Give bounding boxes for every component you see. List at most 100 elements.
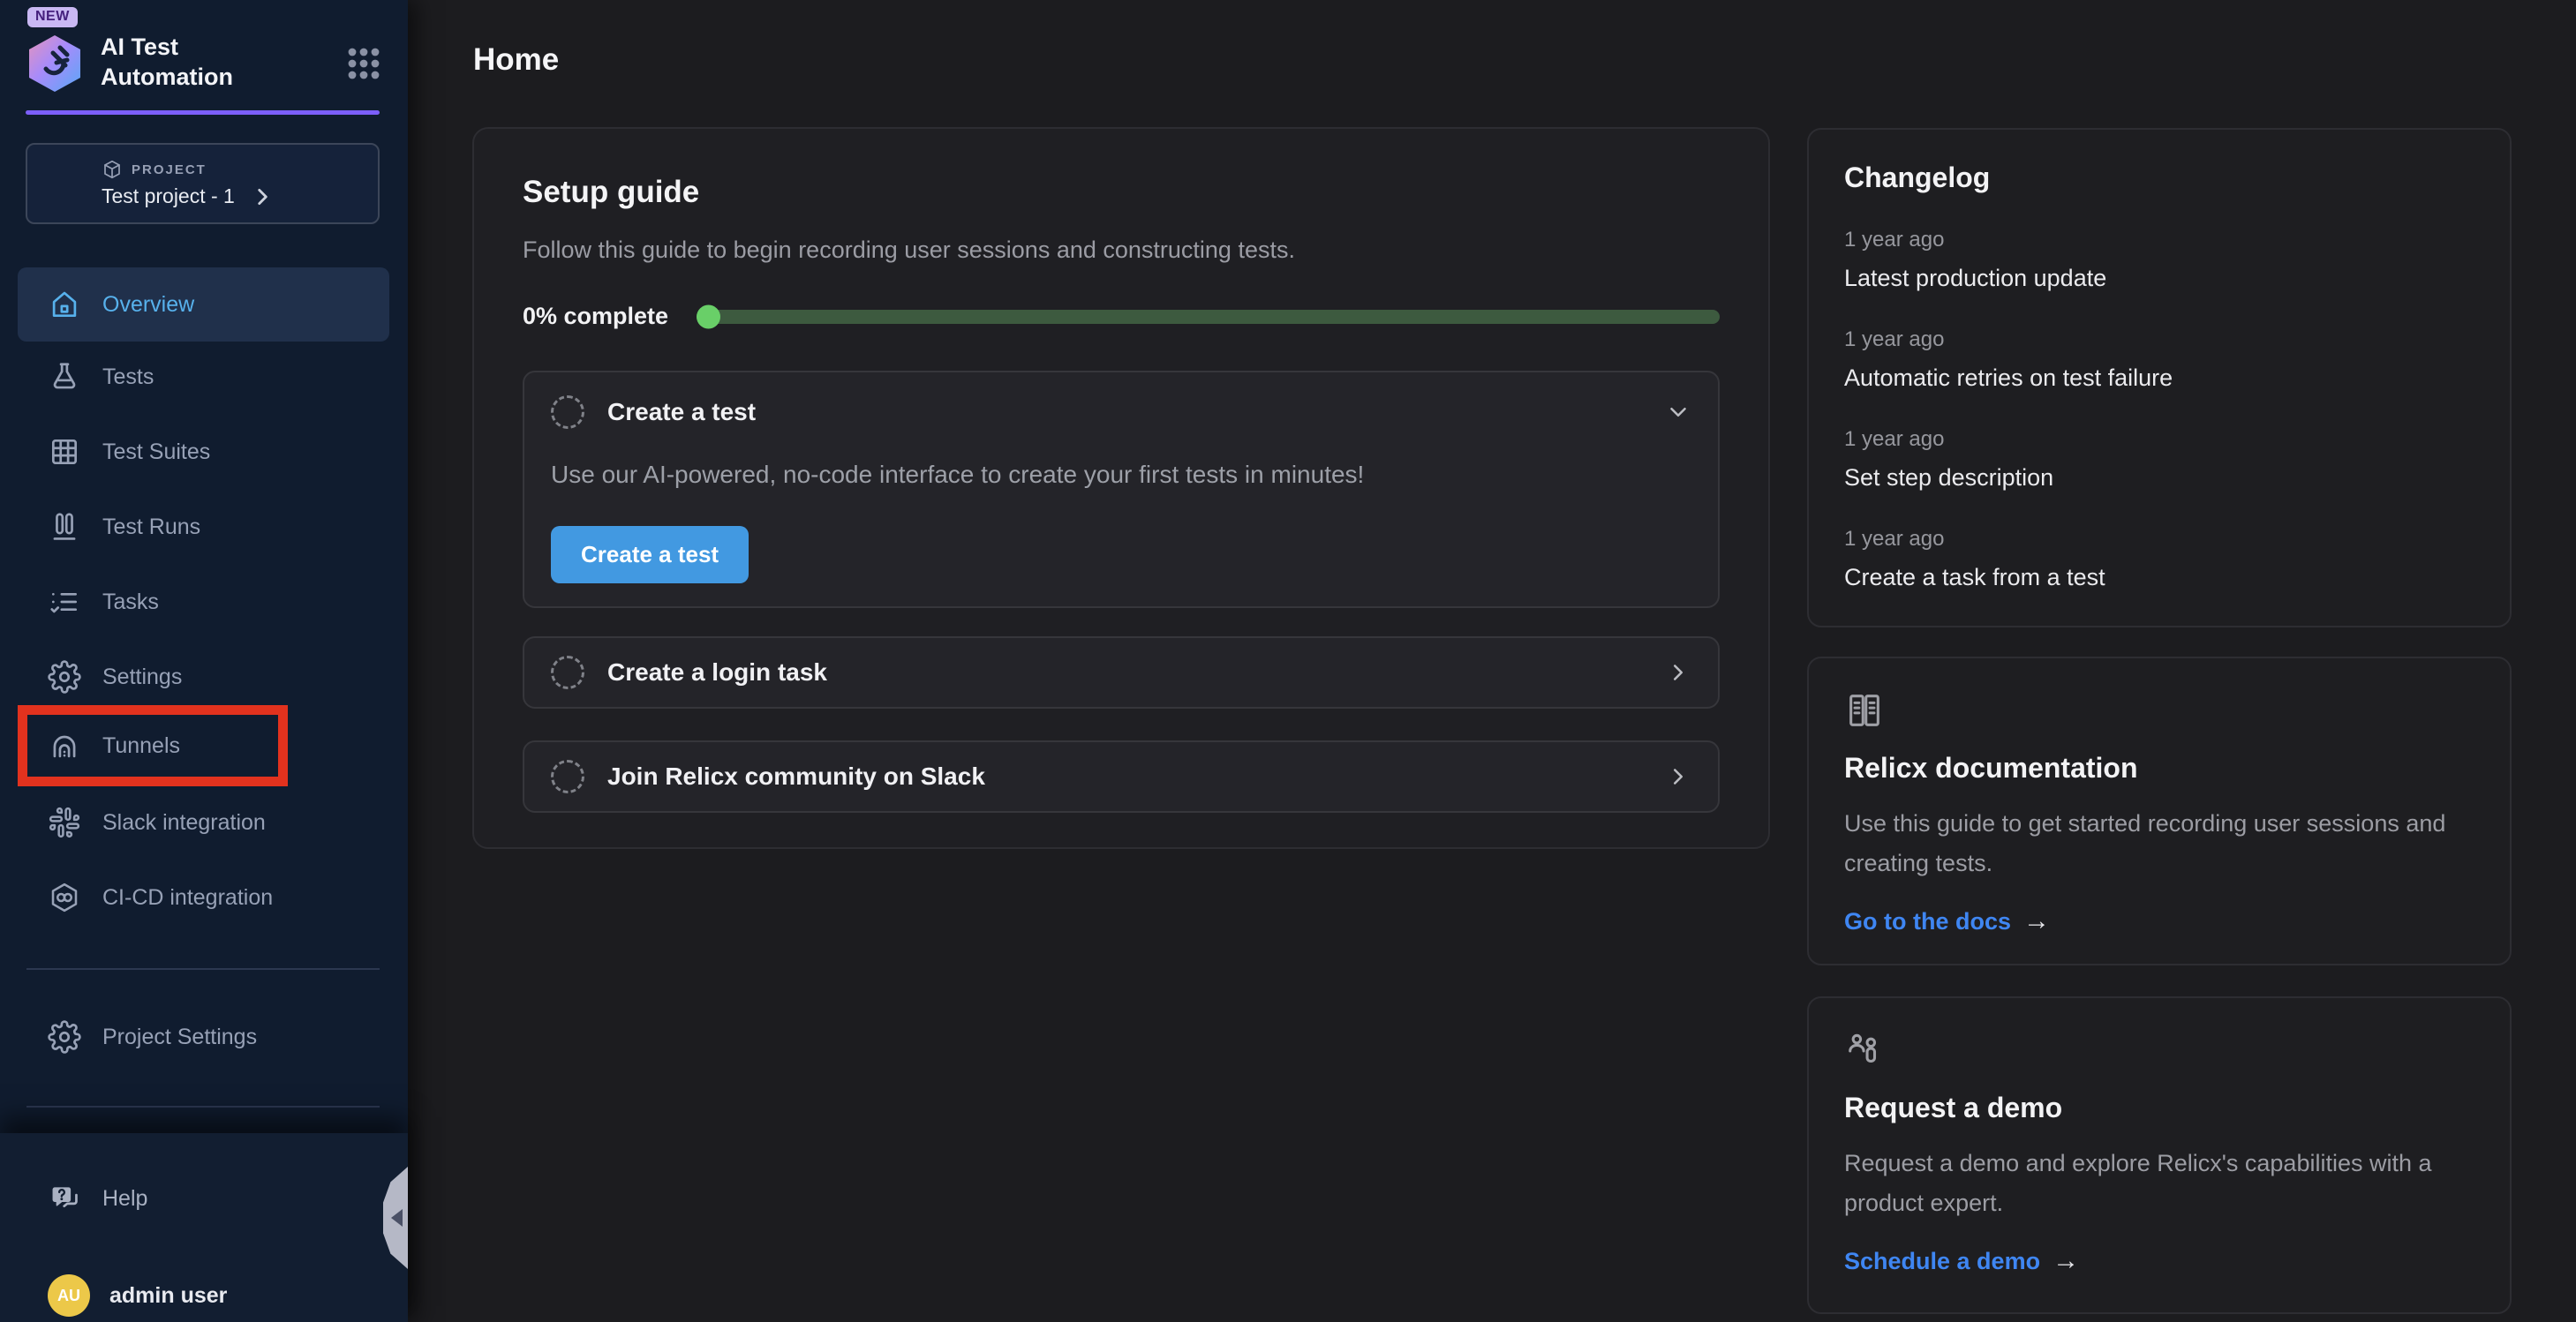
setup-guide-title: Setup guide	[523, 175, 1720, 210]
help-button[interactable]: Help	[18, 1161, 389, 1236]
help-label: Help	[102, 1186, 147, 1212]
grid-icon	[48, 435, 81, 469]
changelog-time: 1 year ago	[1844, 327, 2474, 352]
sidebar-item-label: Settings	[102, 665, 182, 690]
changelog-entry-title: Latest production update	[1844, 265, 2474, 292]
sidebar-item-label: Project Settings	[102, 1025, 257, 1050]
help-chat-icon	[48, 1182, 81, 1215]
step-title: Join Relicx community on Slack	[607, 762, 985, 791]
cicd-icon	[48, 881, 81, 914]
sidebar-item-test-runs[interactable]: Test Runs	[18, 490, 389, 564]
incomplete-step-icon	[551, 656, 584, 689]
changelog-entry-title: Automatic retries on test failure	[1844, 364, 2474, 392]
changelog-entry-title: Create a task from a test	[1844, 564, 2474, 591]
sidebar-item-label: Slack integration	[102, 810, 266, 836]
home-icon	[48, 288, 81, 321]
app-title: AI Test Automation	[101, 32, 260, 92]
schedule-demo-link[interactable]: Schedule a demo →	[1844, 1246, 2474, 1276]
sidebar-divider	[26, 968, 380, 970]
request-demo-body: Request a demo and explore Relicx's capa…	[1844, 1144, 2474, 1223]
brand-divider	[26, 110, 380, 115]
collapse-arrow-icon	[391, 1209, 403, 1227]
user-menu[interactable]: AU admin user	[18, 1258, 389, 1322]
setup-progress: 0% complete	[523, 303, 1720, 330]
changelog-entry: 1 year ago Automatic retries on test fai…	[1844, 327, 2474, 392]
changelog-title: Changelog	[1844, 161, 2474, 194]
slack-icon	[48, 806, 81, 839]
changelog-entry: 1 year ago Create a task from a test	[1844, 527, 2474, 591]
app-launcher-icon[interactable]	[346, 46, 381, 81]
sidebar-item-test-suites[interactable]: Test Suites	[18, 415, 389, 489]
progress-bar	[697, 310, 1720, 324]
step-title: Create a test	[607, 398, 756, 426]
setup-guide-card: Setup guide Follow this guide to begin r…	[472, 127, 1770, 849]
users-icon	[1844, 1030, 2474, 1070]
test-tubes-icon	[48, 510, 81, 544]
sidebar-item-tasks[interactable]: Tasks	[18, 565, 389, 639]
go-to-docs-link[interactable]: Go to the docs →	[1844, 906, 2474, 936]
sidebar-item-label: Tasks	[102, 590, 159, 615]
package-icon	[102, 159, 123, 180]
chevron-right-icon	[1665, 763, 1691, 790]
project-label: PROJECT	[132, 162, 207, 177]
changelog-time: 1 year ago	[1844, 527, 2474, 552]
sidebar-item-overview[interactable]: Overview	[18, 267, 389, 342]
sidebar-item-settings[interactable]: Settings	[18, 640, 389, 714]
sidebar-item-label: CI-CD integration	[102, 885, 273, 911]
sidebar-item-slack-integration[interactable]: Slack integration	[18, 785, 389, 860]
sidebar-item-cicd-integration[interactable]: CI-CD integration	[18, 860, 389, 935]
changelog-time: 1 year ago	[1844, 228, 2474, 252]
progress-label: 0% complete	[523, 303, 668, 330]
changelog-entry: 1 year ago Set step description	[1844, 427, 2474, 492]
book-icon	[1844, 690, 2474, 731]
chevron-right-icon	[251, 185, 274, 208]
incomplete-step-icon	[551, 760, 584, 793]
step-description: Use our AI-powered, no-code interface to…	[551, 461, 1691, 489]
sidebar-item-tests[interactable]: Tests	[18, 340, 389, 414]
incomplete-step-icon	[551, 395, 584, 429]
page-title: Home	[473, 42, 559, 78]
sidebar-item-label: Test Runs	[102, 515, 200, 540]
sidebar-footer: Help AU admin user	[0, 1133, 408, 1322]
app-logo-icon	[26, 34, 83, 94]
app-header: AI Test Automation	[26, 32, 381, 94]
setup-step-join-slack[interactable]: Join Relicx community on Slack	[523, 740, 1720, 813]
documentation-card: Relicx documentation Use this guide to g…	[1807, 657, 2512, 965]
changelog-entry-title: Set step description	[1844, 464, 2474, 492]
changelog-card: Changelog 1 year ago Latest production u…	[1807, 128, 2512, 627]
documentation-title: Relicx documentation	[1844, 752, 2474, 785]
project-selector[interactable]: PROJECT Test project - 1	[26, 143, 380, 224]
arrow-right-icon: →	[2053, 1246, 2079, 1276]
user-name: admin user	[109, 1283, 227, 1309]
list-checks-icon	[48, 585, 81, 619]
project-label-row: PROJECT	[102, 159, 378, 180]
setup-step-create-test[interactable]: Create a test Use our AI-powered, no-cod…	[523, 371, 1720, 608]
sidebar-item-tunnels[interactable]: Tunnels	[18, 709, 389, 783]
sidebar: NEW	[0, 0, 408, 1322]
chevron-down-icon[interactable]	[1665, 399, 1691, 425]
sidebar-item-label: Tunnels	[102, 733, 180, 759]
app-root: NEW	[0, 0, 2576, 1322]
arrow-right-icon: →	[2023, 906, 2050, 936]
chevron-right-icon	[1665, 659, 1691, 686]
sidebar-item-label: Test Suites	[102, 439, 210, 465]
request-demo-card: Request a demo Request a demo and explor…	[1807, 996, 2512, 1314]
sidebar-item-label: Tests	[102, 364, 154, 390]
avatar: AU	[48, 1274, 90, 1317]
project-name: Test project - 1	[102, 184, 235, 208]
setup-step-create-login-task[interactable]: Create a login task	[523, 636, 1720, 709]
create-test-button[interactable]: Create a test	[551, 526, 749, 583]
documentation-body: Use this guide to get started recording …	[1844, 804, 2474, 883]
progress-knob	[697, 304, 720, 328]
sidebar-item-project-settings[interactable]: Project Settings	[18, 1000, 389, 1074]
sidebar-footer-divider	[26, 1106, 380, 1108]
changelog-entry: 1 year ago Latest production update	[1844, 228, 2474, 292]
gear-icon	[48, 660, 81, 694]
request-demo-title: Request a demo	[1844, 1092, 2474, 1124]
changelog-time: 1 year ago	[1844, 427, 2474, 452]
new-badge: NEW	[27, 7, 78, 27]
setup-guide-subtitle: Follow this guide to begin recording use…	[523, 237, 1720, 264]
flask-icon	[48, 360, 81, 394]
sidebar-item-label: Overview	[102, 292, 194, 318]
step-title: Create a login task	[607, 658, 827, 687]
